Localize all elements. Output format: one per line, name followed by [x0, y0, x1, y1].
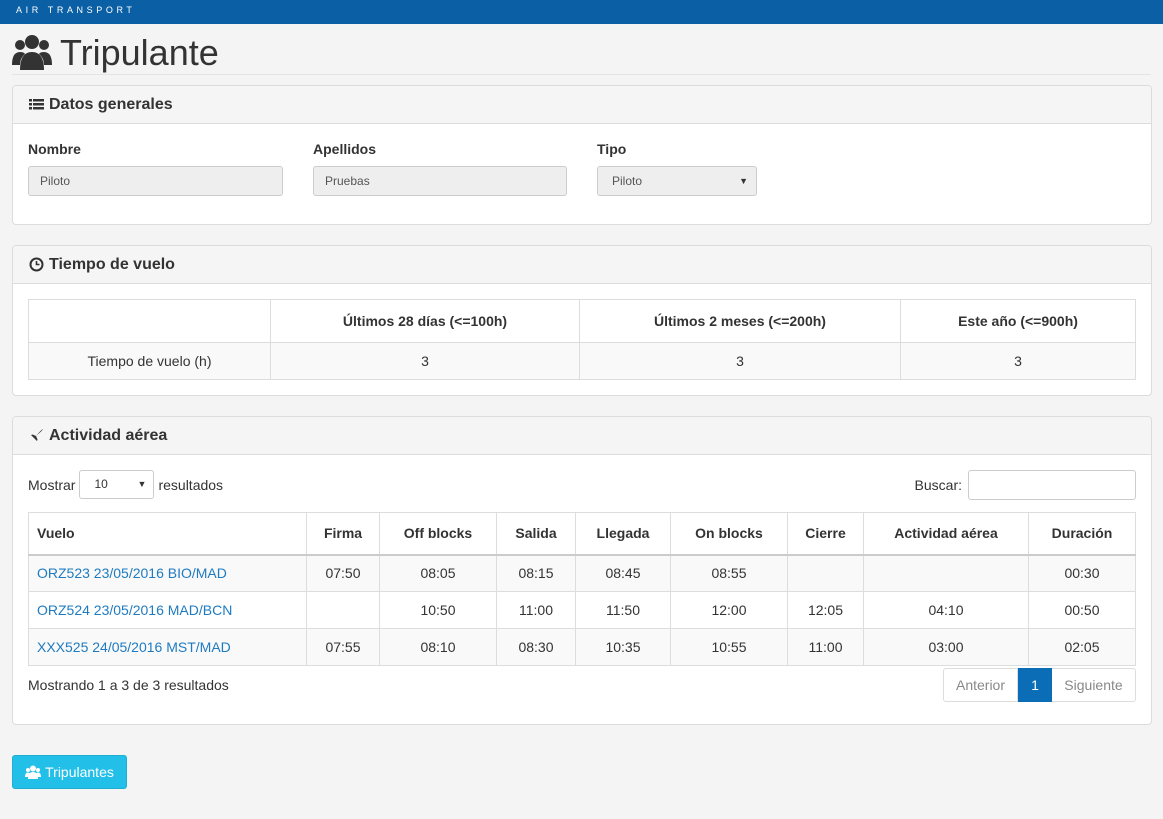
datos-generales-header: Datos generales	[13, 86, 1151, 124]
pager-prev-button[interactable]: Anterior	[943, 668, 1018, 702]
datos-generales-title: Datos generales	[49, 95, 173, 113]
salida-cell: 11:00	[496, 591, 576, 629]
nombre-input[interactable]: Piloto	[28, 166, 283, 196]
brand-text: AIR TRANSPORT	[16, 5, 136, 15]
col-header-on-blocks[interactable]: On blocks	[670, 512, 788, 556]
tiempo-value-2m: 3	[579, 342, 901, 380]
cierre-cell	[787, 554, 864, 592]
flight-link[interactable]: XXX525 24/05/2016 MST/MAD	[37, 639, 231, 655]
page-header: Tripulante	[12, 30, 1151, 75]
off-blocks-cell: 08:05	[379, 554, 497, 592]
pager-page-button[interactable]: 1	[1018, 668, 1052, 702]
col-header-salida[interactable]: Salida	[496, 512, 576, 556]
firma-cell	[306, 591, 380, 629]
firma-cell: 07:55	[306, 628, 380, 666]
col-header-cierre[interactable]: Cierre	[787, 512, 864, 556]
actividad-table: Vuelo Firma Off blocks Salida Llegada On…	[28, 512, 1136, 666]
col-header-firma[interactable]: Firma	[306, 512, 380, 556]
tiempo-vuelo-title: Tiempo de vuelo	[49, 255, 175, 273]
col-header-off-blocks[interactable]: Off blocks	[379, 512, 497, 556]
page-title: Tripulante	[60, 31, 219, 73]
search-input[interactable]	[968, 470, 1136, 500]
page-length-select[interactable]: 10 ▼	[79, 470, 155, 499]
table-row: ORZ524 23/05/2016 MAD/BCN 10:50 11:00 11…	[28, 591, 1136, 629]
llegada-cell: 11:50	[575, 591, 671, 629]
caret-down-icon: ▼	[739, 176, 748, 186]
actividad-aerea-panel: Actividad aérea Mostrar 10 ▼ resultados …	[12, 416, 1152, 725]
caret-down-icon: ▼	[137, 479, 147, 489]
on-blocks-cell: 08:55	[670, 554, 788, 592]
pager-next-button[interactable]: Siguiente	[1052, 668, 1136, 702]
apellidos-field: Apellidos Pruebas	[313, 141, 567, 196]
tiempo-col-header-28d: Últimos 28 días (<=100h)	[270, 299, 580, 343]
datos-generales-panel: Datos generales Nombre Piloto Apellidos …	[12, 85, 1152, 225]
users-icon	[12, 35, 52, 70]
nombre-field: Nombre Piloto	[28, 141, 283, 196]
col-header-duracion[interactable]: Duración	[1028, 512, 1136, 556]
tiempo-col-header-0	[28, 299, 271, 343]
flight-cell: ORZ524 23/05/2016 MAD/BCN	[28, 591, 307, 629]
tipo-field: Tipo Piloto ▼	[597, 141, 757, 196]
tiempo-vuelo-panel: Tiempo de vuelo Últimos 28 días (<=100h)…	[12, 245, 1152, 396]
tripulantes-button-label: Tripulantes	[45, 764, 114, 780]
app-brand-bar: AIR TRANSPORT	[0, 0, 1163, 24]
cierre-cell: 12:05	[787, 591, 864, 629]
table-row: ORZ523 23/05/2016 BIO/MAD 07:50 08:05 08…	[28, 554, 1136, 592]
actividad-cell	[863, 554, 1029, 592]
apellidos-label: Apellidos	[313, 141, 377, 157]
flight-link[interactable]: ORZ524 23/05/2016 MAD/BCN	[37, 602, 232, 618]
list-icon	[29, 99, 44, 110]
llegada-cell: 10:35	[575, 628, 671, 666]
flight-link[interactable]: ORZ523 23/05/2016 BIO/MAD	[37, 565, 227, 581]
on-blocks-cell: 12:00	[670, 591, 788, 629]
tiempo-value-year: 3	[900, 342, 1136, 380]
firma-cell: 07:50	[306, 554, 380, 592]
tipo-select[interactable]: Piloto ▼	[597, 166, 757, 196]
actividad-cell: 04:10	[863, 591, 1029, 629]
tripulantes-button[interactable]: Tripulantes	[12, 755, 127, 789]
col-header-vuelo[interactable]: Vuelo	[28, 512, 307, 556]
col-header-actividad[interactable]: Actividad aérea	[863, 512, 1029, 556]
buscar-label: Buscar:	[914, 477, 962, 493]
tipo-select-value: Piloto	[612, 174, 643, 188]
table-info: Mostrando 1 a 3 de 3 resultados	[28, 677, 229, 693]
off-blocks-cell: 10:50	[379, 591, 497, 629]
nombre-label: Nombre	[28, 141, 81, 157]
tiempo-value-28d: 3	[270, 342, 580, 380]
col-header-llegada[interactable]: Llegada	[575, 512, 671, 556]
on-blocks-cell: 10:55	[670, 628, 788, 666]
duracion-cell: 00:50	[1028, 591, 1136, 629]
table-row: Tiempo de vuelo (h) 3 3 3	[28, 342, 1136, 380]
actividad-cell: 03:00	[863, 628, 1029, 666]
duracion-cell: 02:05	[1028, 628, 1136, 666]
table-row: XXX525 24/05/2016 MST/MAD 07:55 08:10 08…	[28, 628, 1136, 666]
search-control: Buscar:	[915, 470, 1136, 500]
off-blocks-cell: 08:10	[379, 628, 497, 666]
tiempo-vuelo-table: Últimos 28 días (<=100h) Últimos 2 meses…	[28, 299, 1136, 380]
duracion-cell: 00:30	[1028, 554, 1136, 592]
table-controls: Mostrar 10 ▼ resultados Buscar:	[28, 470, 1136, 500]
tiempo-vuelo-header: Tiempo de vuelo	[13, 246, 1151, 284]
mostrar-label: Mostrar	[28, 476, 76, 493]
actividad-aerea-title: Actividad aérea	[49, 426, 168, 444]
tiempo-col-header-2m: Últimos 2 meses (<=200h)	[579, 299, 901, 343]
salida-cell: 08:30	[496, 628, 576, 666]
pagination: Anterior 1 Siguiente	[943, 668, 1136, 702]
resultados-label: resultados	[158, 476, 224, 493]
salida-cell: 08:15	[496, 554, 576, 592]
page-length-control: Mostrar 10 ▼ resultados	[28, 470, 223, 499]
actividad-aerea-header: Actividad aérea	[13, 417, 1151, 455]
llegada-cell: 08:45	[575, 554, 671, 592]
flight-cell: ORZ523 23/05/2016 BIO/MAD	[28, 554, 307, 592]
apellidos-input[interactable]: Pruebas	[313, 166, 567, 196]
clock-icon	[29, 257, 44, 272]
users-icon	[25, 765, 42, 779]
cierre-cell: 11:00	[787, 628, 864, 666]
flight-cell: XXX525 24/05/2016 MST/MAD	[28, 628, 307, 666]
tiempo-row-label: Tiempo de vuelo (h)	[28, 342, 271, 380]
plane-icon	[30, 429, 43, 442]
tiempo-col-header-year: Este año (<=900h)	[900, 299, 1136, 343]
tipo-label: Tipo	[597, 141, 627, 157]
page-length-value: 10	[94, 477, 108, 491]
